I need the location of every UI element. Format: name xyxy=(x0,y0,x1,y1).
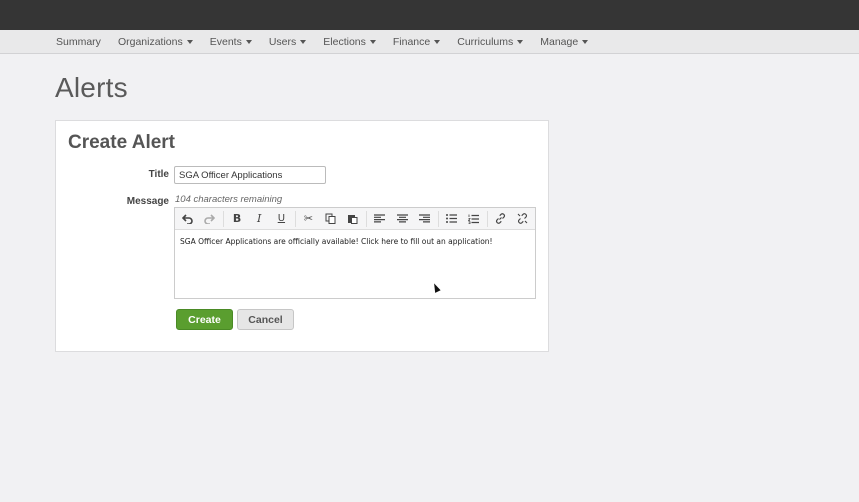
unlink-icon[interactable] xyxy=(513,210,533,228)
message-editor: B I U ✂ SGA Officer Applications are off… xyxy=(174,207,536,299)
caret-down-icon xyxy=(369,39,376,44)
cancel-button[interactable]: Cancel xyxy=(237,309,294,330)
nav-item-summary[interactable]: Summary xyxy=(56,36,101,48)
numbered-list-icon[interactable] xyxy=(464,210,484,228)
align-center-icon[interactable] xyxy=(392,210,412,228)
caret-down-icon xyxy=(186,39,193,44)
link-icon[interactable] xyxy=(491,210,511,228)
toolbar-divider xyxy=(366,210,368,227)
nav-item-users[interactable]: Users xyxy=(269,36,307,48)
italic-icon[interactable]: I xyxy=(249,210,269,228)
copy-icon[interactable] xyxy=(321,210,341,228)
nav-item-events[interactable]: Events xyxy=(210,36,252,48)
caret-down-icon xyxy=(434,39,441,44)
nav-item-organizations[interactable]: Organizations xyxy=(118,36,193,48)
panel-heading: Create Alert xyxy=(68,132,176,153)
title-input[interactable] xyxy=(174,166,326,184)
title-label: Title xyxy=(148,169,169,180)
toolbar-divider xyxy=(223,210,225,227)
message-textarea[interactable]: SGA Officer Applications are officially … xyxy=(175,230,535,253)
align-right-icon[interactable] xyxy=(414,210,434,228)
create-alert-panel: Create Alert Title Message 104 character… xyxy=(55,120,549,352)
nav-item-manage[interactable]: Manage xyxy=(540,36,589,48)
message-label: Message xyxy=(126,196,169,207)
editor-toolbar: B I U ✂ xyxy=(175,208,535,230)
caret-down-icon xyxy=(582,39,589,44)
main-nav: Summary Organizations Events Users Elect… xyxy=(0,30,859,54)
nav-item-elections[interactable]: Elections xyxy=(323,36,376,48)
caret-down-icon xyxy=(300,39,307,44)
nav-item-finance[interactable]: Finance xyxy=(393,36,441,48)
toolbar-divider xyxy=(294,210,296,227)
bullet-list-icon[interactable] xyxy=(441,210,461,228)
undo-icon[interactable] xyxy=(178,210,198,228)
align-left-icon[interactable] xyxy=(370,210,390,228)
bold-icon[interactable]: B xyxy=(227,210,247,228)
characters-remaining: 104 characters remaining xyxy=(175,194,283,205)
cut-icon[interactable]: ✂ xyxy=(299,210,319,228)
page-title: Alerts xyxy=(55,72,128,103)
caret-down-icon xyxy=(245,39,252,44)
top-header-bar xyxy=(0,0,859,30)
toolbar-divider xyxy=(486,210,488,227)
nav-item-curriculums[interactable]: Curriculums xyxy=(457,36,524,48)
paste-icon[interactable] xyxy=(343,210,363,228)
create-button[interactable]: Create xyxy=(176,309,233,330)
redo-icon[interactable] xyxy=(200,210,220,228)
underline-icon[interactable]: U xyxy=(272,210,292,228)
caret-down-icon xyxy=(517,39,524,44)
toolbar-divider xyxy=(437,210,439,227)
